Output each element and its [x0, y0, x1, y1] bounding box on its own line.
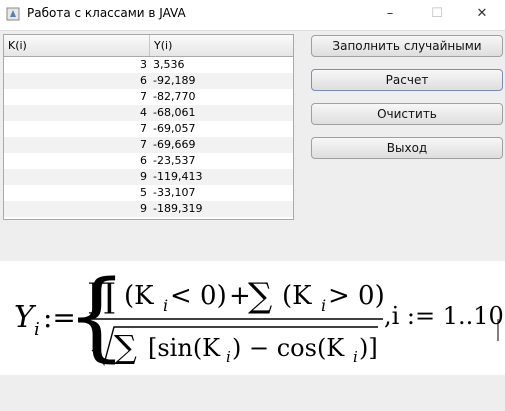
title-bar: Работа с классами в JAVA – ☐ ✕: [0, 0, 505, 31]
formula-num-gt: > 0): [328, 281, 385, 311]
maximize-button[interactable]: ☐: [414, 0, 460, 30]
formula-sum2: ∑: [114, 328, 137, 366]
table-row[interactable]: 9 -189,319: [4, 201, 293, 217]
formula-den-sub1: i: [226, 348, 231, 366]
formula-num-sub2: i: [321, 296, 326, 315]
formula-num-left1: (K: [124, 281, 154, 311]
cell-k: 9: [140, 202, 147, 215]
cell-y: -23,537: [153, 154, 196, 167]
exit-button[interactable]: Выход: [311, 137, 503, 159]
cell-y: -69,669: [153, 138, 196, 151]
formula-num-left2: (K: [282, 281, 312, 311]
java-app-icon: [6, 7, 20, 21]
formula-sum1: ∑: [248, 276, 272, 316]
formula-den-mid: ) − cos(K: [232, 334, 345, 362]
column-header-y[interactable]: Y(i): [150, 35, 293, 56]
table-header: K(i) Y(i): [4, 35, 293, 57]
formula-svg: Y i := { ∏ (K i < 0) + ∑ (K i > 0) ∑ [si…: [14, 261, 504, 372]
formula-image: Y i := { ∏ (K i < 0) + ∑ (K i > 0) ∑ [si…: [0, 261, 505, 375]
formula-prod: ∏: [88, 276, 115, 316]
cell-y: -92,189: [153, 74, 196, 87]
calculate-button[interactable]: Расчет: [311, 69, 503, 91]
cell-k: 9: [140, 170, 147, 183]
minimize-button[interactable]: –: [367, 0, 413, 30]
table-row[interactable]: 7 -82,770: [4, 89, 293, 105]
cell-k: 6: [140, 74, 147, 87]
cell-y: -189,319: [153, 202, 203, 215]
table-body: 3 3,536 6 -92,189 7 -82,770 4 -68,061 7 -69,0…: [4, 57, 293, 217]
results-table[interactable]: K(i) Y(i) 3 3,536 6 -92,189 7 -82,770 4 -68,…: [3, 34, 294, 220]
table-row[interactable]: 4 -68,061: [4, 105, 293, 121]
window-title: Работа с классами в JAVA: [27, 6, 186, 20]
table-row[interactable]: 6 -23,537: [4, 153, 293, 169]
cell-y: -82,770: [153, 90, 196, 103]
formula-lhs-sub: i: [34, 319, 40, 340]
table-row[interactable]: 7 -69,669: [4, 137, 293, 153]
formula-num-lt: < 0): [170, 281, 227, 311]
cell-y: -68,061: [153, 106, 196, 119]
formula-den-start: [sin(K: [148, 334, 221, 362]
cell-k: 7: [140, 90, 147, 103]
cell-k: 4: [140, 106, 147, 119]
cell-k: 7: [140, 138, 147, 151]
table-row[interactable]: 9 -119,413: [4, 169, 293, 185]
formula-den-sub2: i: [353, 348, 358, 366]
column-header-k[interactable]: K(i): [4, 35, 150, 56]
formula-num-sub1: i: [163, 296, 168, 315]
cell-y: -119,413: [153, 170, 203, 183]
cell-y: -69,057: [153, 122, 196, 135]
cell-y: 3,536: [153, 58, 185, 71]
cell-k: 7: [140, 122, 147, 135]
cell-k: 5: [140, 186, 147, 199]
cell-k: 6: [140, 154, 147, 167]
table-row[interactable]: 7 -69,057: [4, 121, 293, 137]
formula-range: ,i := 1..10: [384, 302, 504, 330]
table-row[interactable]: 3 3,536: [4, 57, 293, 73]
close-button[interactable]: ✕: [459, 0, 505, 30]
formula-den-end: )]: [359, 334, 378, 362]
table-row[interactable]: 5 -33,107: [4, 185, 293, 201]
cell-k: 3: [140, 58, 147, 71]
fill-random-button[interactable]: Заполнить случайными: [311, 35, 503, 57]
cell-y: -33,107: [153, 186, 196, 199]
table-row[interactable]: 6 -92,189: [4, 73, 293, 89]
clear-button[interactable]: Очистить: [311, 103, 503, 125]
